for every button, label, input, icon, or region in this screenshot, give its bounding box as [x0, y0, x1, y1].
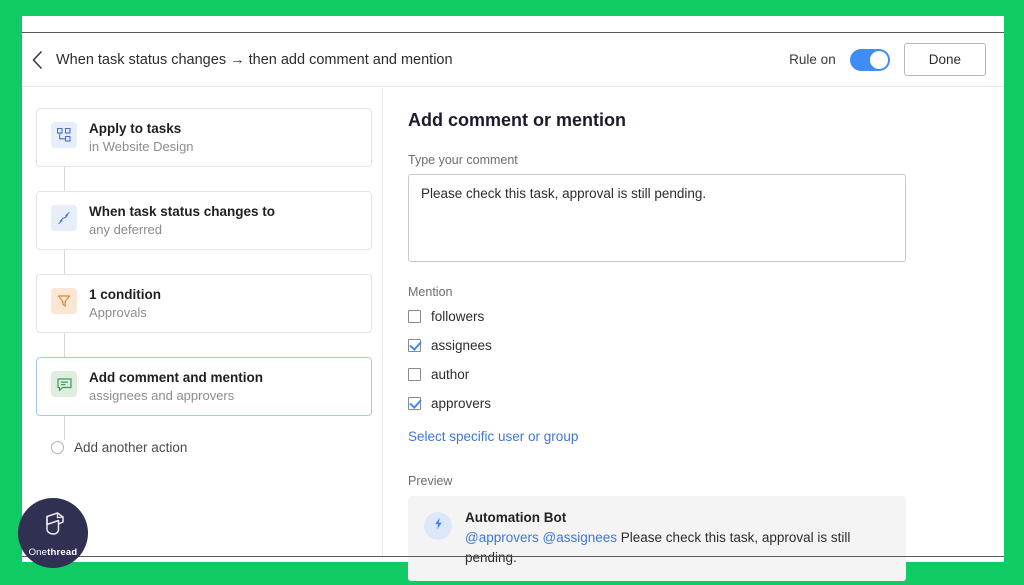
checkbox-followers[interactable] [408, 310, 421, 323]
panel-divider [382, 88, 383, 556]
chevron-left-icon [32, 50, 43, 69]
mention-option-author[interactable]: author [408, 367, 469, 382]
done-button[interactable]: Done [903, 43, 986, 76]
rule-header: When task status changes → then add comm… [22, 33, 1004, 87]
flow-connector [64, 167, 65, 191]
onethread-cube-icon [38, 509, 68, 544]
flow-connector [64, 333, 65, 357]
flow-card-text: When task status changes to any deferred [89, 204, 275, 237]
mention-option-label: followers [431, 309, 485, 324]
flow-card-text: Apply to tasks in Website Design [89, 121, 194, 154]
flow-card-text: Add comment and mention assignees and ap… [89, 370, 263, 403]
flow-card-subtitle: Approvals [89, 305, 147, 320]
comment-input[interactable] [408, 174, 906, 262]
checkbox-approvers[interactable] [408, 397, 421, 410]
flow-card-title: Apply to tasks [89, 121, 182, 136]
flow-card-text: 1 condition Approvals [89, 287, 161, 320]
select-specific-user-link[interactable]: Select specific user or group [408, 429, 578, 444]
flow-card-title: Add comment and mention [89, 370, 264, 385]
preview-section-label: Preview [408, 474, 453, 488]
flow-card-title: When task status changes to [89, 204, 276, 219]
mention-option-approvers[interactable]: approvers [408, 396, 491, 411]
flow-connector [64, 250, 65, 274]
rule-toggle-label: Rule on [789, 52, 836, 67]
logo-word-thread: thread [47, 546, 78, 558]
flow-card-subtitle: assignees and approvers [89, 388, 235, 403]
preview-mention-assignees: @assignees [542, 530, 618, 545]
checkbox-assignees[interactable] [408, 339, 421, 352]
flow-connector [64, 416, 65, 440]
panel-heading: Add comment or mention [408, 110, 627, 130]
preview-mention-approvers: @approvers [465, 530, 539, 545]
filter-funnel-icon [51, 288, 77, 314]
mention-option-label: author [431, 367, 470, 382]
flow-card-subtitle: in Website Design [89, 139, 194, 154]
comment-field-label: Type your comment [408, 153, 518, 167]
preview-message: @approvers @assignees Please check this … [465, 528, 890, 567]
logo-wordmark: Onethread [29, 547, 78, 558]
task-board-icon [51, 122, 77, 148]
lightning-bolt-icon [432, 517, 445, 535]
page-title: When task status changes → then add comm… [56, 51, 453, 68]
add-another-action-button[interactable]: Add another action [51, 440, 382, 455]
add-another-action-label: Add another action [74, 440, 188, 455]
mention-option-assignees[interactable]: assignees [408, 338, 492, 353]
flow-card-apply-to-tasks[interactable]: Apply to tasks in Website Design [36, 108, 372, 167]
flow-card-title: 1 condition [89, 287, 161, 302]
rule-on-toggle[interactable] [849, 48, 890, 71]
add-circle-icon [51, 441, 64, 454]
toggle-knob [869, 50, 888, 69]
flow-steps: Apply to tasks in Website Design When ta… [22, 108, 382, 455]
avatar [424, 512, 452, 540]
action-config-panel: Add comment or mention Type your comment… [382, 88, 1004, 582]
flow-card-subtitle: any deferred [89, 222, 162, 237]
back-button[interactable] [22, 45, 52, 75]
header-actions: Rule on Done [789, 43, 1004, 76]
comment-preview: Automation Bot @approvers @assignees Ple… [408, 496, 906, 582]
logo-word-one: One [28, 546, 48, 558]
bottom-divider [22, 556, 1004, 557]
flow-card-condition[interactable]: 1 condition Approvals [36, 274, 372, 333]
mention-option-label: approvers [431, 396, 492, 411]
flow-card-add-comment-and-mention[interactable]: Add comment and mention assignees and ap… [36, 357, 372, 416]
app-frame: When task status changes → then add comm… [0, 0, 1024, 585]
mention-option-label: assignees [431, 338, 492, 353]
mention-section-label: Mention [408, 285, 453, 299]
comment-bubble-icon [51, 371, 77, 397]
preview-bot-name: Automation Bot [465, 510, 567, 525]
onethread-logo-badge: Onethread [18, 498, 88, 568]
rule-editor-body: Apply to tasks in Website Design When ta… [22, 88, 1004, 582]
checkbox-author[interactable] [408, 368, 421, 381]
automation-flow-panel: Apply to tasks in Website Design When ta… [22, 88, 382, 556]
preview-text-block: Automation Bot @approvers @assignees Ple… [465, 510, 890, 567]
trigger-path-icon [51, 205, 77, 231]
flow-card-when-status-changes[interactable]: When task status changes to any deferred [36, 191, 372, 250]
mention-option-followers[interactable]: followers [408, 309, 484, 324]
